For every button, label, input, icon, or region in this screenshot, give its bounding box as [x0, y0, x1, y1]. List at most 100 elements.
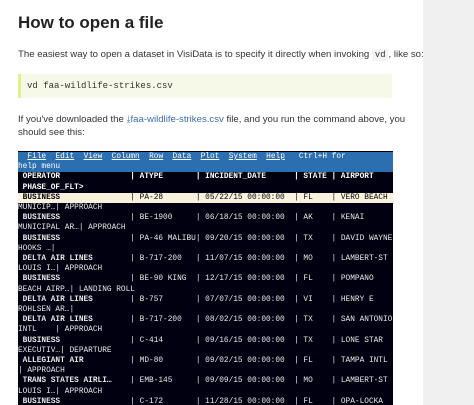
table-row-continuation[interactable]: HOOKS …| [18, 244, 393, 254]
cell-incident-date: | 07/07/15 00:00:00 [195, 295, 295, 304]
cell-atype: | MD-80 [130, 357, 196, 365]
cell-atype: | B-757 [130, 295, 196, 304]
table-row[interactable]: DELTA AIR LINES | B-717-200 | 08/02/15 0… [18, 315, 393, 325]
intro-text-before: The easiest way to open a dataset in Vis… [18, 49, 372, 60]
menu-row[interactable]: Row [149, 153, 163, 161]
csv-download-link[interactable]: faa-wildlife-strikes.csv [131, 114, 224, 125]
cell-incident-date: | 11/28/15 00:00:00 [195, 397, 295, 405]
column-header-incident-date[interactable]: | INCIDENT_DATE [196, 173, 294, 181]
table-row-continuation[interactable]: ROHLSEN AR…| [18, 305, 393, 315]
cell-state: | TX [294, 234, 332, 243]
download-text-before: If you've downloaded the [18, 114, 127, 125]
table-row[interactable]: ALLEGIANT AIR | MD-80 | 09/02/15 00:00:0… [18, 356, 393, 366]
table-row[interactable]: BUSINESS | PA-28 | 05/22/15 00:00:00 | F… [18, 192, 393, 203]
cell-atype: | PA-28 [130, 193, 196, 202]
cell-state: | MO [294, 377, 332, 386]
table-row[interactable]: BUSINESS | C-172 | 11/28/15 00:00:00 | F… [18, 397, 393, 405]
column-header-state[interactable]: | STATE [294, 173, 331, 181]
cell-state: | VI [294, 295, 332, 304]
cell-operator: BUSINESS [18, 214, 131, 223]
cell-atype: | PA-46 MALIBU [130, 234, 196, 243]
table-row-continuation[interactable]: LOUIS I…| APPROACH [18, 387, 393, 397]
table-row[interactable]: TRANS STATES AIRLI… | EMB-145 | 09/09/15… [18, 376, 393, 386]
help-hint: Ctrl+H for [289, 153, 346, 161]
cell-incident-date: | 09/20/15 00:00:00 [195, 234, 295, 243]
cell-airport: | TAMPA INTL [331, 357, 388, 365]
table-row-continuation[interactable]: | APPROACH [18, 366, 393, 376]
table-row-continuation[interactable]: EXECUTIV…| DEPARTURE [18, 346, 393, 356]
cell-phase-of-flt: LOUIS I…| APPROACH [18, 387, 103, 396]
cell-operator: DELTA AIR LINES [18, 316, 131, 325]
cell-phase-of-flt: BEACH AIRP…| LANDING ROLL [18, 285, 135, 294]
inline-code-vd: vd [371, 49, 389, 61]
table-row[interactable]: DELTA AIR LINES | B-717-200 | 11/07/15 0… [18, 254, 393, 264]
cell-incident-date: | 08/02/15 00:00:00 [195, 316, 295, 325]
cell-airport: | LAMBERT-ST [331, 255, 388, 263]
table-row[interactable]: BUSINESS | BE-1900 | 06/18/15 00:00:00 |… [18, 213, 393, 223]
help-menu-text[interactable]: help menu [18, 163, 60, 171]
cell-incident-date: | 09/09/15 00:00:00 [195, 377, 295, 386]
cell-operator: BUSINESS [18, 275, 131, 284]
cell-phase-of-flt: LOUIS I…| APPROACH [18, 265, 103, 274]
cell-airport: | SAN ANTONIO [331, 316, 393, 325]
cell-phase-of-flt: MUNICIPAL AR…| APPROACH [18, 224, 126, 233]
cell-airport: | LAMBERT-ST [331, 377, 388, 386]
cell-airport: | HENRY E [331, 295, 374, 304]
cell-incident-date: | 09/02/15 00:00:00 [195, 357, 295, 365]
cell-incident-date: | 06/18/15 00:00:00 [195, 214, 295, 223]
column-header-row: OPERATOR | ATYPE | INCIDENT_DATE | STATE… [18, 172, 393, 182]
cell-incident-date: | 09/16/15 00:00:00 [195, 336, 295, 345]
cell-operator: TRANS STATES AIRLI… [18, 377, 131, 386]
help-line: help menu [18, 162, 393, 173]
column-header-operator[interactable]: OPERATOR [18, 173, 130, 181]
cell-atype: | EMB-145 [130, 377, 196, 386]
menu-system[interactable]: System [229, 153, 257, 161]
table-row-continuation[interactable]: MUNICIPAL AR…| APPROACH [18, 223, 393, 233]
cell-state: | MO [294, 255, 332, 263]
cell-operator: BUSINESS [18, 234, 131, 243]
cell-state: | TX [294, 336, 332, 345]
table-row-continuation[interactable]: BEACH AIRP…| LANDING ROLL [18, 285, 393, 295]
table-row-continuation[interactable]: INTL | APPROACH [18, 325, 393, 335]
cell-state: | FL [294, 397, 332, 405]
table-row[interactable]: BUSINESS | C-414 | 09/16/15 00:00:00 | T… [18, 336, 393, 346]
cell-atype: | B-717-200 [130, 255, 196, 263]
cell-phase-of-flt: EXECUTIV…| DEPARTURE [18, 346, 112, 355]
column-header-atype[interactable]: | ATYPE [130, 173, 196, 181]
menu-view[interactable]: View [84, 153, 103, 161]
cell-airport: | VERO BEACH [331, 193, 388, 202]
cell-operator: BUSINESS [18, 397, 131, 405]
cell-state: | AK [294, 214, 332, 223]
cell-operator: BUSINESS [18, 336, 131, 345]
table-row[interactable]: BUSINESS | BE-90 KING | 12/17/15 00:00:0… [18, 274, 393, 284]
menu-data[interactable]: Data [173, 153, 192, 161]
cell-airport: | DAVID WAYNE [331, 234, 393, 243]
menu-help[interactable]: Help [266, 153, 285, 161]
table-row[interactable]: DELTA AIR LINES | B-757 | 07/07/15 00:00… [18, 295, 393, 305]
cell-state: | FL [294, 357, 332, 365]
table-row[interactable]: BUSINESS | PA-46 MALIBU| 09/20/15 00:00:… [18, 234, 393, 244]
cell-atype: | BE-90 KING [130, 275, 196, 284]
cell-phase-of-flt: ROHLSEN AR…| [18, 306, 75, 314]
table-row-continuation[interactable]: LOUIS I…| APPROACH [18, 264, 393, 274]
cell-atype: | C-414 [130, 336, 196, 345]
menu-column[interactable]: Column [112, 153, 140, 161]
cell-airport: | POMPANO [331, 275, 374, 284]
cell-incident-date: | 05/22/15 00:00:00 [195, 193, 295, 202]
column-header-row-2: PHASE_OF_FLT> [18, 183, 393, 193]
cell-operator: DELTA AIR LINES [18, 255, 131, 263]
intro-paragraph: The easiest way to open a dataset in Vis… [18, 49, 424, 61]
menu-edit[interactable]: Edit [55, 153, 74, 161]
cell-atype: | BE-1900 [130, 214, 196, 223]
command-code-block: vd faa-wildlife-strikes.csv [18, 74, 392, 98]
menu-plot[interactable]: Plot [201, 153, 220, 161]
column-header-phase-of-flt[interactable]: PHASE_OF_FLT> [18, 184, 84, 192]
cell-airport: | OPA-LOCKA [331, 397, 383, 405]
cell-operator: DELTA AIR LINES [18, 295, 131, 304]
table-row-continuation[interactable]: MUNICIP…| APPROACH [18, 203, 393, 213]
page-title: How to open a file [18, 13, 164, 32]
menu-file[interactable]: File [27, 153, 46, 161]
cell-atype: | C-172 [130, 397, 196, 405]
cell-atype: | B-717-200 [130, 316, 196, 325]
column-header-airport[interactable]: | AIRPORT [332, 173, 374, 181]
